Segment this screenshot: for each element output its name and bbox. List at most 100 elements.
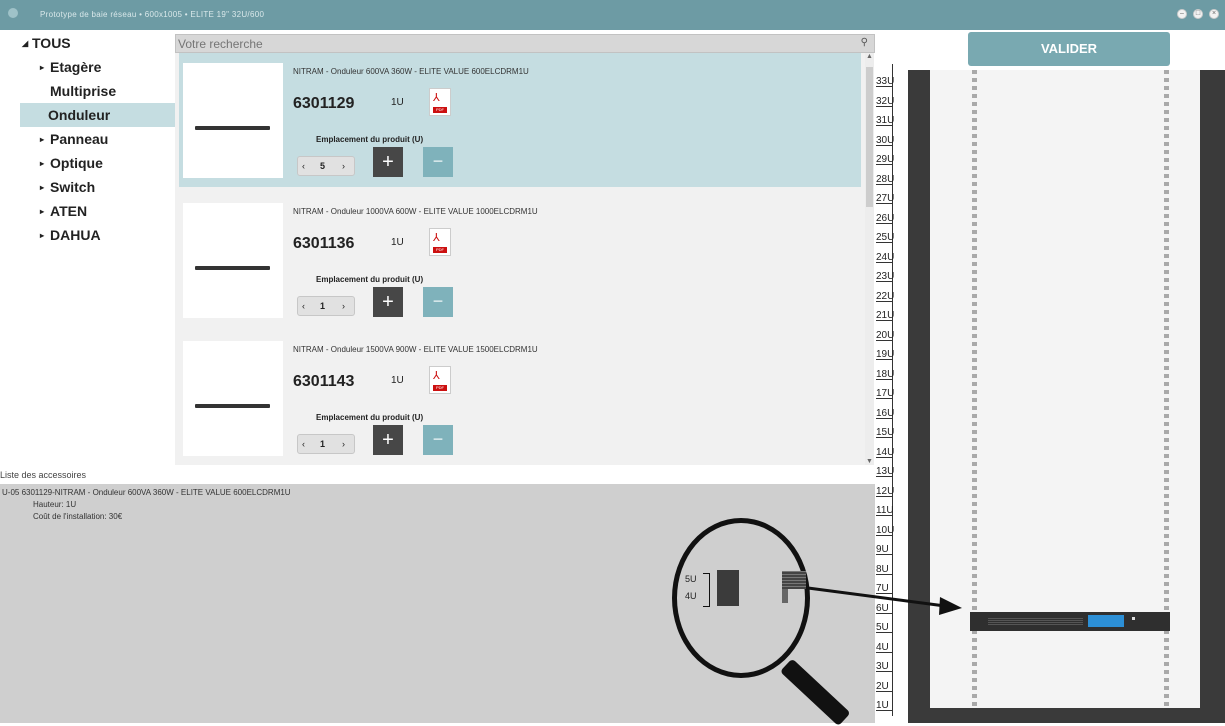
placement-label: Emplacement du produit (U) (316, 135, 424, 144)
window-title: Prototype de baie réseau • 600x1005 • EL… (40, 10, 265, 19)
product-card[interactable]: NITRAM - Onduleur 600VA 360W - ELITE VAL… (179, 53, 861, 187)
add-button[interactable]: + (373, 147, 403, 177)
product-card[interactable]: NITRAM - Onduleur 1500VA 900W - ELITE VA… (179, 331, 861, 465)
product-name: NITRAM - Onduleur 1500VA 900W - ELITE VA… (293, 345, 538, 354)
rack-unit-ruler: 33U 32U 31U 30U 29U 28U 27U 26U 25U 24U 23U 22U 21U 2… (876, 64, 906, 716)
rack-unit-label: 17U (876, 388, 906, 399)
pdf-icon[interactable]: ⅄ PDF (429, 366, 451, 394)
rack-unit-label: 29U (876, 154, 906, 165)
position-stepper[interactable]: ‹ 1 › (297, 434, 355, 454)
rack-unit-label: 28U (876, 174, 906, 185)
product-list-scrollbar[interactable]: ▲ ▼ (865, 53, 874, 465)
collapsed-triangle-icon: ▸ (40, 183, 45, 193)
tree-item-optique[interactable]: ▸ Optique (22, 151, 172, 175)
product-name: NITRAM - Onduleur 1000VA 600W - ELITE VA… (293, 207, 538, 216)
tree-item-etagere[interactable]: ▸ Etagère (22, 55, 172, 79)
rack-frame-right (1200, 70, 1225, 710)
rack-unit-label: 23U (876, 271, 906, 282)
add-button[interactable]: + (373, 425, 403, 455)
accessory-cost: Coût de l'installation: 30€ (33, 512, 123, 521)
rack-frame-bottom (908, 708, 1225, 723)
collapsed-triangle-icon: ▸ (40, 63, 45, 73)
app-logo-icon (8, 8, 18, 18)
rack-unit-label: 27U (876, 193, 906, 204)
rack-unit-label: 2U (876, 681, 906, 692)
title-bar: Prototype de baie réseau • 600x1005 • EL… (0, 0, 1225, 30)
collapsed-triangle-icon: ▸ (40, 159, 45, 169)
rack-unit-label: 16U (876, 408, 906, 419)
product-image (183, 63, 283, 178)
position-value: 1 (320, 301, 326, 311)
search-icon[interactable]: ⚲ (861, 37, 868, 48)
validate-button[interactable]: VALIDER (968, 32, 1170, 66)
rack-unit-label: 9U (876, 544, 906, 555)
tree-item-onduleur[interactable]: Onduleur (20, 103, 192, 127)
zoom-bracket-icon (703, 573, 710, 607)
add-button[interactable]: + (373, 287, 403, 317)
pdf-icon[interactable]: ⅄ PDF (429, 88, 451, 116)
rack-unit-label: 32U (876, 96, 906, 107)
rack-unit-label: 7U (876, 583, 906, 594)
rack-unit-label: 10U (876, 525, 906, 536)
rack-unit-label: 1U (876, 700, 906, 711)
category-tree: ◢ TOUS ▸ Etagère Multiprise Onduleur ▸ Pann… (20, 33, 192, 247)
accessories-title: Liste des accessoires (0, 470, 87, 480)
tree-root-all[interactable]: ◢ TOUS (22, 33, 172, 55)
rack-unit-label: 3U (876, 661, 906, 672)
product-height: 1U (391, 237, 404, 248)
chevron-right-icon[interactable]: › (342, 297, 345, 315)
zoom-device (782, 571, 806, 589)
search-input[interactable] (176, 35, 840, 53)
tree-item-panneau[interactable]: ▸ Panneau (22, 127, 172, 151)
product-code: 6301136 (293, 235, 355, 252)
chevron-right-icon[interactable]: › (342, 435, 345, 453)
rack-unit-label: 5U (876, 622, 906, 633)
rack-installed-ups[interactable] (970, 612, 1170, 631)
chevron-up-icon[interactable]: ▲ (865, 53, 874, 60)
maximize-icon[interactable]: □ (1193, 9, 1203, 19)
rack-unit-label: 26U (876, 213, 906, 224)
collapsed-triangle-icon: ▸ (40, 135, 45, 145)
tree-item-multiprise[interactable]: Multiprise (22, 79, 172, 103)
remove-button[interactable]: − (423, 287, 453, 317)
position-stepper[interactable]: ‹ 1 › (297, 296, 355, 316)
placement-label: Emplacement du produit (U) (316, 413, 424, 422)
rack-unit-label: 22U (876, 291, 906, 302)
accessory-entry[interactable]: U-05 6301129-NITRAM - Onduleur 600VA 360… (2, 488, 291, 497)
pdf-icon[interactable]: ⅄ PDF (429, 228, 451, 256)
chevron-left-icon[interactable]: ‹ (302, 297, 305, 315)
collapsed-triangle-icon: ▸ (40, 231, 45, 241)
expanded-triangle-icon: ◢ (22, 39, 29, 49)
placement-label: Emplacement du produit (U) (316, 275, 424, 284)
position-stepper[interactable]: ‹ 5 › (297, 156, 355, 176)
rack-unit-label: 21U (876, 310, 906, 321)
minimize-icon[interactable]: – (1177, 9, 1187, 19)
remove-button[interactable]: − (423, 147, 453, 177)
accessory-height: Hauteur: 1U (33, 500, 77, 509)
tree-item-switch[interactable]: ▸ Switch (22, 175, 172, 199)
tree-item-aten[interactable]: ▸ ATEN (22, 199, 172, 223)
rack-unit-label: 18U (876, 369, 906, 380)
tree-item-dahua[interactable]: ▸ DAHUA (22, 223, 172, 247)
chevron-left-icon[interactable]: ‹ (302, 435, 305, 453)
chevron-right-icon[interactable]: › (342, 157, 345, 175)
rack-unit-label: 20U (876, 330, 906, 341)
rack-unit-label: 13U (876, 466, 906, 477)
rack-unit-label: 4U (876, 642, 906, 653)
zoom-label-4u: 4U (685, 591, 697, 601)
scrollbar-thumb[interactable] (866, 67, 873, 207)
chevron-left-icon[interactable]: ‹ (302, 157, 305, 175)
chevron-down-icon[interactable]: ▼ (865, 458, 874, 465)
search-bar: ⚲ (175, 34, 875, 53)
product-image (183, 341, 283, 456)
rack-unit-label: 25U (876, 232, 906, 243)
close-icon[interactable]: × (1209, 9, 1219, 19)
rack-unit-label: 14U (876, 447, 906, 458)
product-card[interactable]: NITRAM - Onduleur 1000VA 600W - ELITE VA… (179, 193, 861, 327)
remove-button[interactable]: − (423, 425, 453, 455)
product-list: NITRAM - Onduleur 600VA 360W - ELITE VAL… (175, 53, 867, 465)
product-code: 6301143 (293, 373, 355, 390)
product-name: NITRAM - Onduleur 600VA 360W - ELITE VAL… (293, 67, 529, 76)
rack-unit-label: 24U (876, 252, 906, 263)
ups-display-icon (1088, 615, 1124, 627)
